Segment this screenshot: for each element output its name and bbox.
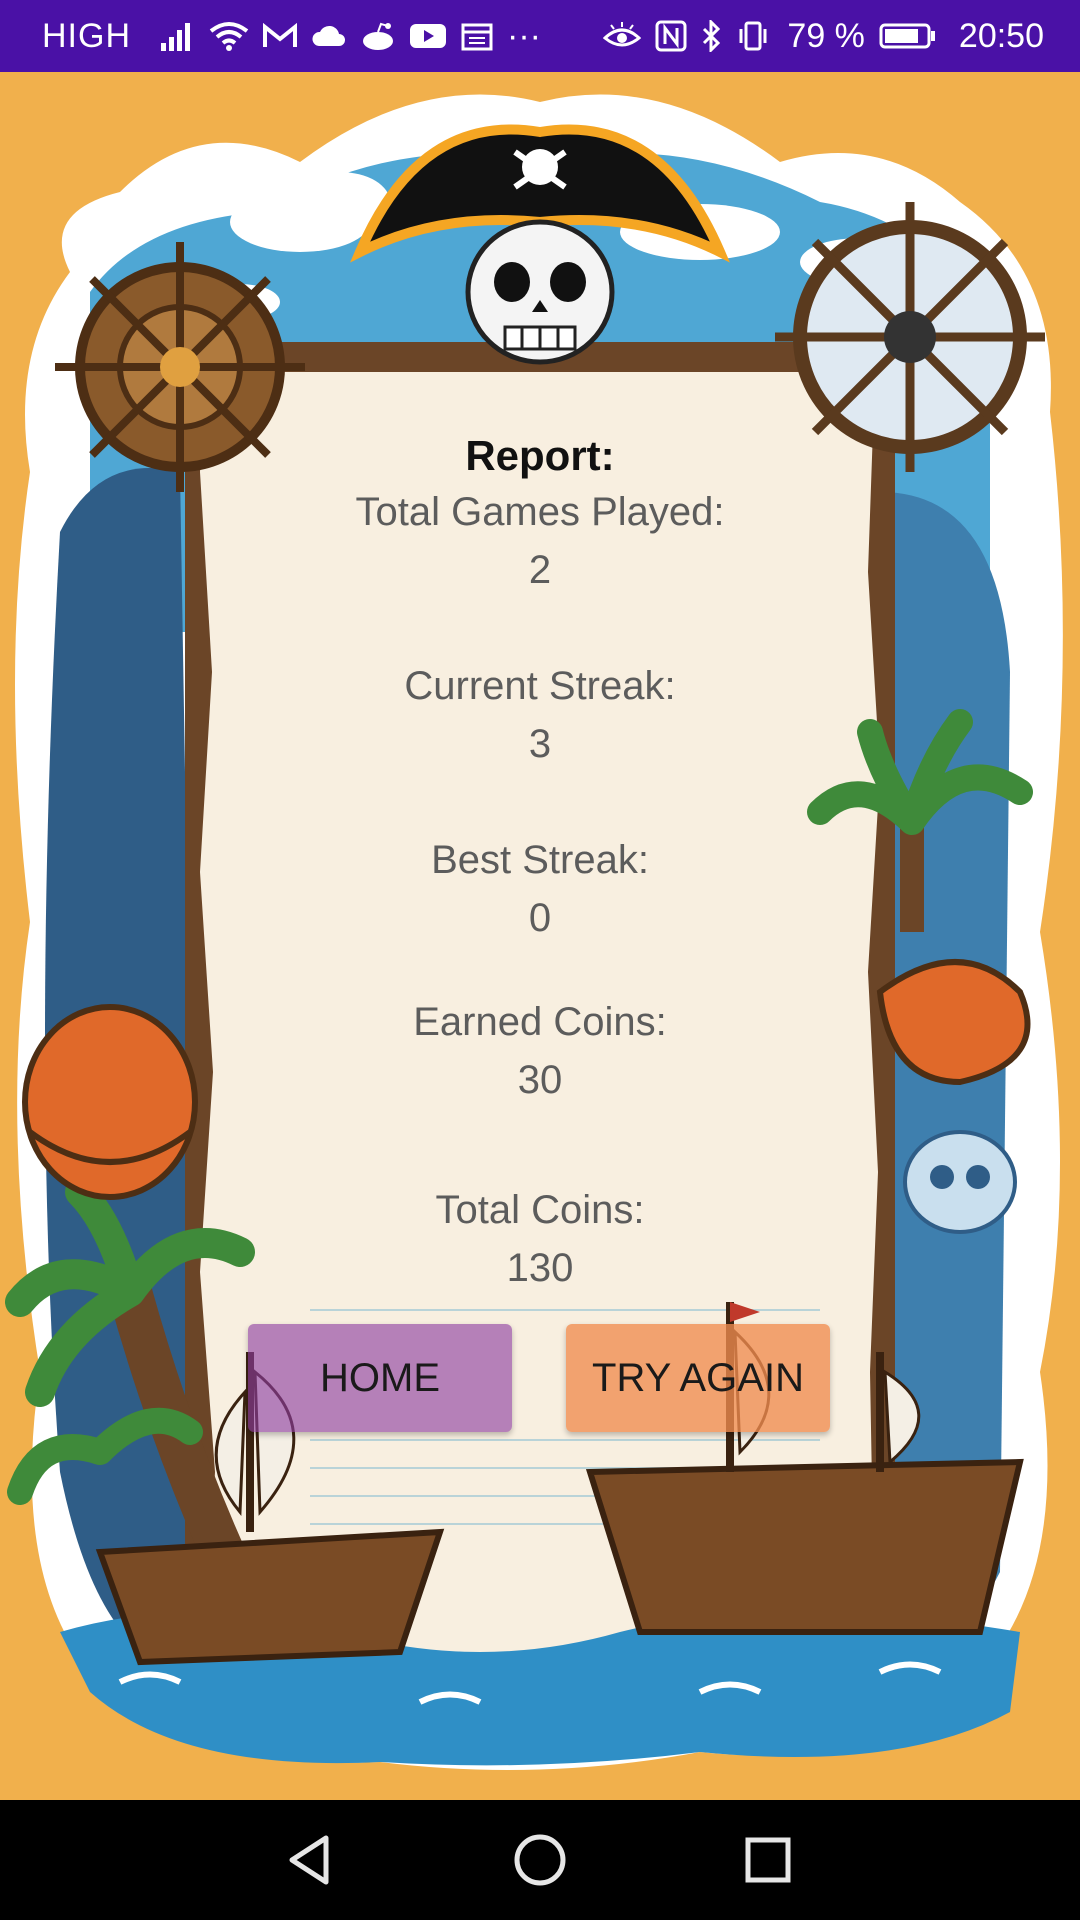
network-type-label: HIGH	[42, 16, 131, 55]
calendar-icon	[461, 23, 493, 51]
best-streak-value: 0	[528, 896, 552, 940]
system-nav-bar	[0, 1800, 1080, 1920]
try-again-button[interactable]: TRY AGAIN	[566, 1324, 830, 1432]
orange-hat-left	[22, 1004, 198, 1200]
battery-icon	[879, 23, 935, 49]
status-bar: HIGH ··· 79 % 20:50	[0, 0, 1080, 72]
nfc-icon	[655, 20, 687, 52]
total-games-played-value: 2	[528, 548, 552, 592]
earned-coins-label: Earned Coins:	[413, 1000, 667, 1044]
vibrate-icon	[739, 21, 767, 51]
reddit-icon	[363, 22, 393, 50]
youtube-icon	[410, 24, 446, 48]
back-icon[interactable]	[280, 1830, 340, 1890]
home-nav-icon[interactable]	[510, 1830, 570, 1890]
clock: 20:50	[958, 16, 1044, 55]
recent-apps-icon[interactable]	[738, 1830, 798, 1890]
report-title: Report:	[465, 432, 615, 479]
ship-wheel-left	[55, 242, 305, 492]
total-coins-value: 130	[506, 1246, 574, 1290]
current-streak-label: Current Streak:	[404, 664, 676, 708]
eye-comfort-icon	[603, 22, 642, 47]
earned-coins-value: 30	[517, 1058, 563, 1102]
current-streak-value: 3	[528, 722, 552, 766]
gmail-icon	[263, 23, 297, 47]
status-left: HIGH ···	[42, 17, 541, 56]
cloud-icon	[312, 25, 345, 46]
ship-wheel-right	[775, 202, 1045, 472]
best-streak-label: Best Streak:	[431, 838, 649, 882]
report-screen: Report: Total Games Played: 2 Current St…	[0, 72, 1080, 1800]
battery-percent: 79 %	[787, 16, 865, 55]
bluetooth-icon	[703, 20, 721, 52]
total-games-played-label: Total Games Played:	[355, 490, 725, 534]
small-skull-right	[903, 1130, 1017, 1234]
total-coins-label: Total Coins:	[435, 1188, 645, 1232]
wifi-icon	[209, 22, 249, 51]
signal-icon	[161, 23, 190, 51]
status-right: 79 % 20:50	[603, 17, 1044, 56]
more-notifications-label: ···	[507, 16, 541, 55]
home-button[interactable]: HOME	[248, 1324, 512, 1432]
